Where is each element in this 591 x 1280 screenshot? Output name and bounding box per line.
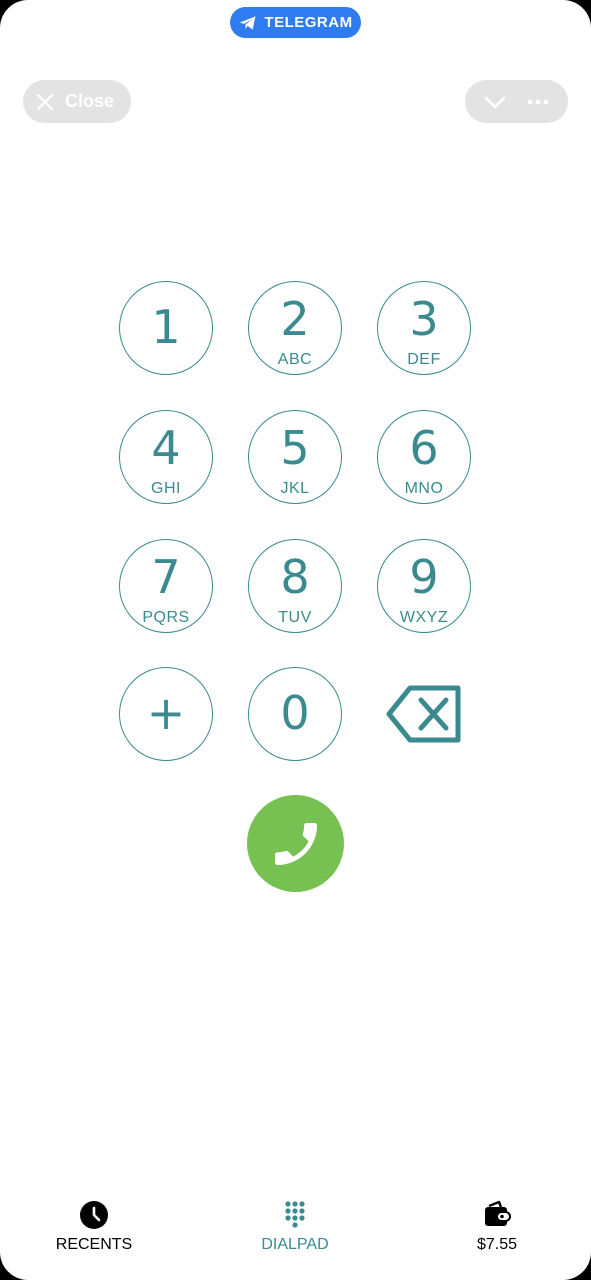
nav-recents-label: RECENTS [55, 1236, 133, 1253]
more-dots-icon [527, 99, 549, 104]
call-button[interactable] [247, 795, 344, 892]
key-letters: DEF [407, 351, 441, 368]
key-digit: 2 [280, 292, 310, 346]
key-letters: ABC [277, 351, 313, 368]
key-5[interactable]: 5 JKL [248, 410, 342, 504]
key-digit: 3 [409, 292, 439, 346]
nav-wallet-label: $7.55 [476, 1236, 518, 1253]
bottom-nav: RECENTS DIALPAD $7.55 [0, 1180, 591, 1280]
key-8[interactable]: 8 TUV [248, 539, 342, 633]
dialpad-icon [285, 1201, 305, 1228]
close-button[interactable]: Close [23, 80, 131, 123]
close-label: Close [65, 91, 115, 111]
key-letters: TUV [278, 609, 312, 626]
key-digit: 0 [280, 686, 310, 740]
phone-icon [274, 822, 317, 865]
key-0[interactable]: 0 [248, 667, 342, 761]
key-plus[interactable]: + [119, 667, 213, 761]
key-digit: 7 [151, 550, 181, 604]
header-menu-group [465, 80, 568, 123]
key-digit: 8 [280, 550, 310, 604]
dialer-screen: TELEGRAM Close 1 2 ABC 3 DEF 4 GHI 5 JKL… [0, 0, 591, 1280]
more-button[interactable] [518, 80, 558, 123]
nav-dialpad[interactable]: DIALPAD [225, 1200, 365, 1254]
key-letters: GHI [151, 480, 181, 497]
key-1[interactable]: 1 [119, 281, 213, 375]
key-7[interactable]: 7 PQRS [119, 539, 213, 633]
telegram-badge: TELEGRAM [230, 7, 361, 38]
key-9[interactable]: 9 WXYZ [377, 539, 471, 633]
key-2[interactable]: 2 ABC [248, 281, 342, 375]
key-digit: + [146, 686, 186, 740]
wallet-icon [485, 1200, 511, 1226]
key-letters: PQRS [142, 609, 190, 626]
nav-wallet[interactable]: $7.55 [427, 1200, 567, 1254]
key-6[interactable]: 6 MNO [377, 410, 471, 504]
key-digit: 6 [409, 421, 439, 475]
collapse-button[interactable] [475, 80, 515, 123]
key-digit: 1 [151, 300, 181, 354]
backspace-icon[interactable] [386, 684, 462, 744]
key-letters: MNO [404, 480, 444, 497]
telegram-badge-label: TELEGRAM [264, 14, 353, 31]
key-digit: 4 [151, 421, 181, 475]
nav-recents[interactable]: RECENTS [24, 1200, 164, 1254]
close-icon [36, 93, 54, 110]
key-letters: JKL [280, 480, 310, 497]
clock-icon [80, 1201, 108, 1229]
key-digit: 9 [409, 550, 439, 604]
key-letters: WXYZ [399, 609, 449, 626]
key-4[interactable]: 4 GHI [119, 410, 213, 504]
telegram-plane-icon [240, 15, 256, 30]
nav-dialpad-label: DIALPAD [261, 1236, 329, 1253]
key-digit: 5 [280, 421, 310, 475]
key-3[interactable]: 3 DEF [377, 281, 471, 375]
chevron-down-icon [484, 96, 506, 108]
